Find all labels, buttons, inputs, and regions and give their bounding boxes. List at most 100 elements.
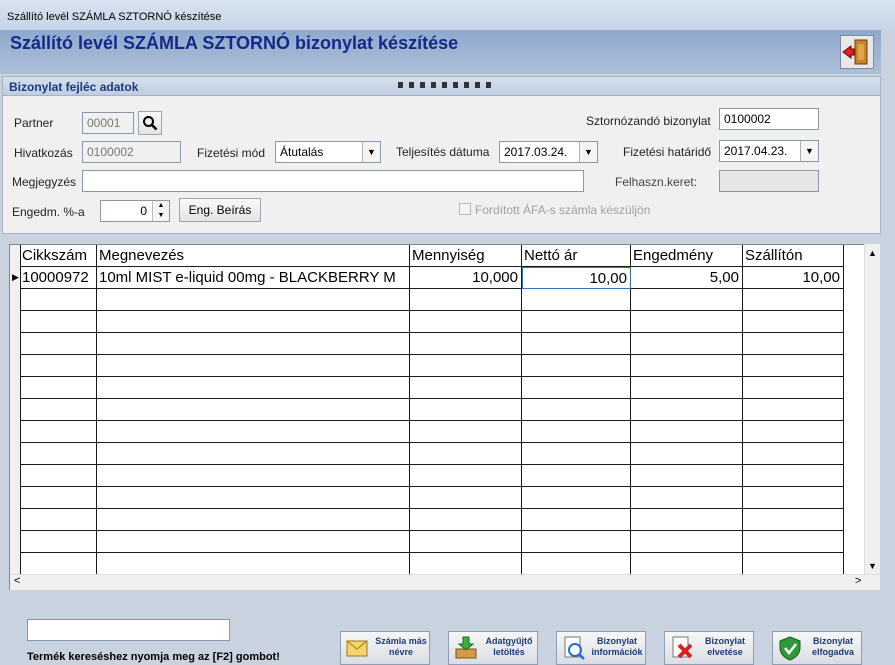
empty-cell[interactable] <box>97 443 410 465</box>
empty-cell[interactable] <box>743 355 844 377</box>
empty-cell[interactable] <box>410 289 522 311</box>
scroll-right-icon[interactable]: > <box>855 575 861 587</box>
empty-cell[interactable] <box>631 465 743 487</box>
empty-cell[interactable] <box>522 531 631 553</box>
cell-mennyiseg[interactable]: 10,000 <box>410 267 522 289</box>
empty-cell[interactable] <box>20 355 97 377</box>
empty-cell[interactable] <box>20 509 97 531</box>
empty-cell[interactable] <box>743 487 844 509</box>
empty-cell[interactable] <box>522 399 631 421</box>
empty-cell[interactable] <box>97 553 410 575</box>
product-search-input[interactable] <box>27 619 230 641</box>
adatgyujto-letoltes-button[interactable]: Adatgyűjtő letöltés <box>448 631 538 665</box>
cell-megnevezes[interactable]: 10ml MIST e-liquid 00mg - BLACKBERRY M <box>97 267 410 289</box>
cell-cikkszam[interactable]: 10000972 <box>20 267 97 289</box>
forditott-afa-checkbox[interactable] <box>459 203 471 215</box>
empty-cell[interactable] <box>631 509 743 531</box>
scroll-up-icon[interactable]: ▲ <box>868 248 877 258</box>
column-header-cikkszam[interactable]: Cikkszám <box>20 245 97 267</box>
eng-beiras-button[interactable]: Eng. Beírás <box>179 198 261 222</box>
bizonylat-elvetese-button[interactable]: Bizonylat elvetése <box>664 631 754 665</box>
empty-cell[interactable] <box>97 531 410 553</box>
hivatkozas-field[interactable]: 0100002 <box>82 141 181 163</box>
items-grid[interactable]: ▶ Cikkszám Megnevezés Mennyiség Nettó ár… <box>9 244 880 590</box>
empty-cell[interactable] <box>97 509 410 531</box>
empty-cell[interactable] <box>20 399 97 421</box>
empty-cell[interactable] <box>743 531 844 553</box>
empty-cell[interactable] <box>631 289 743 311</box>
empty-cell[interactable] <box>20 443 97 465</box>
empty-cell[interactable] <box>631 421 743 443</box>
empty-cell[interactable] <box>631 443 743 465</box>
empty-cell[interactable] <box>743 465 844 487</box>
stepper-arrows-icon[interactable]: ▲ ▼ <box>152 201 169 221</box>
empty-cell[interactable] <box>20 311 97 333</box>
empty-cell[interactable] <box>97 355 410 377</box>
empty-cell[interactable] <box>20 289 97 311</box>
empty-cell[interactable] <box>97 465 410 487</box>
column-header-netto-ar[interactable]: Nettó ár <box>522 245 631 267</box>
empty-cell[interactable] <box>97 487 410 509</box>
exit-button[interactable] <box>840 35 874 69</box>
empty-cell[interactable] <box>410 509 522 531</box>
chevron-down-icon[interactable]: ▼ <box>800 141 818 161</box>
empty-cell[interactable] <box>522 553 631 575</box>
empty-cell[interactable] <box>743 289 844 311</box>
empty-cell[interactable] <box>743 443 844 465</box>
partner-search-button[interactable] <box>138 111 162 135</box>
empty-cell[interactable] <box>631 399 743 421</box>
empty-cell[interactable] <box>631 355 743 377</box>
empty-cell[interactable] <box>522 311 631 333</box>
sztornozando-field[interactable]: 0100002 <box>719 108 819 130</box>
empty-cell[interactable] <box>20 421 97 443</box>
empty-cell[interactable] <box>522 377 631 399</box>
empty-cell[interactable] <box>410 311 522 333</box>
chevron-down-icon[interactable]: ▼ <box>579 142 597 162</box>
empty-cell[interactable] <box>743 311 844 333</box>
bizonylat-elfogadva-button[interactable]: Bizonylat elfogadva <box>772 631 862 665</box>
empty-cell[interactable] <box>410 487 522 509</box>
cell-netto-ar[interactable]: 10,00 <box>522 267 631 289</box>
empty-cell[interactable] <box>410 465 522 487</box>
column-header-mennyiseg[interactable]: Mennyiség <box>410 245 522 267</box>
empty-cell[interactable] <box>20 465 97 487</box>
bizonylat-informaciok-button[interactable]: Bizonylat információk <box>556 631 646 665</box>
partner-field[interactable]: 00001 <box>82 112 134 134</box>
megjegyzes-field[interactable] <box>82 170 584 192</box>
scroll-left-icon[interactable]: < <box>14 575 20 587</box>
cell-szalliton[interactable]: 10,00 <box>743 267 844 289</box>
empty-cell[interactable] <box>631 311 743 333</box>
empty-cell[interactable] <box>410 443 522 465</box>
empty-cell[interactable] <box>20 531 97 553</box>
empty-cell[interactable] <box>97 421 410 443</box>
empty-cell[interactable] <box>631 531 743 553</box>
cell-engedmeny[interactable]: 5,00 <box>631 267 743 289</box>
panel-collapse-handle[interactable] <box>398 82 493 88</box>
empty-cell[interactable] <box>97 289 410 311</box>
empty-cell[interactable] <box>20 487 97 509</box>
empty-cell[interactable] <box>410 399 522 421</box>
column-header-engedmeny[interactable]: Engedmény <box>631 245 743 267</box>
empty-cell[interactable] <box>631 377 743 399</box>
szamla-mas-nevre-button[interactable]: Számla más névre <box>340 631 430 665</box>
empty-cell[interactable] <box>410 553 522 575</box>
empty-cell[interactable] <box>522 509 631 531</box>
empty-cell[interactable] <box>97 333 410 355</box>
empty-cell[interactable] <box>410 333 522 355</box>
empty-cell[interactable] <box>20 553 97 575</box>
teljesites-date-picker[interactable]: 2017.03.24. ▼ <box>499 141 598 163</box>
empty-cell[interactable] <box>522 355 631 377</box>
column-header-megnevezes[interactable]: Megnevezés <box>97 245 410 267</box>
empty-cell[interactable] <box>410 355 522 377</box>
engedm-stepper[interactable]: 0 ▲ ▼ <box>100 200 170 222</box>
empty-cell[interactable] <box>97 377 410 399</box>
vertical-scrollbar[interactable]: ▲ ▼ <box>864 244 880 574</box>
chevron-down-icon[interactable]: ▼ <box>362 142 380 162</box>
fizetesi-hatarido-date-picker[interactable]: 2017.04.23. ▼ <box>719 140 819 162</box>
empty-cell[interactable] <box>631 553 743 575</box>
empty-cell[interactable] <box>631 487 743 509</box>
horizontal-scrollbar[interactable]: < > <box>10 574 880 590</box>
empty-cell[interactable] <box>522 289 631 311</box>
empty-cell[interactable] <box>743 333 844 355</box>
empty-cell[interactable] <box>97 399 410 421</box>
